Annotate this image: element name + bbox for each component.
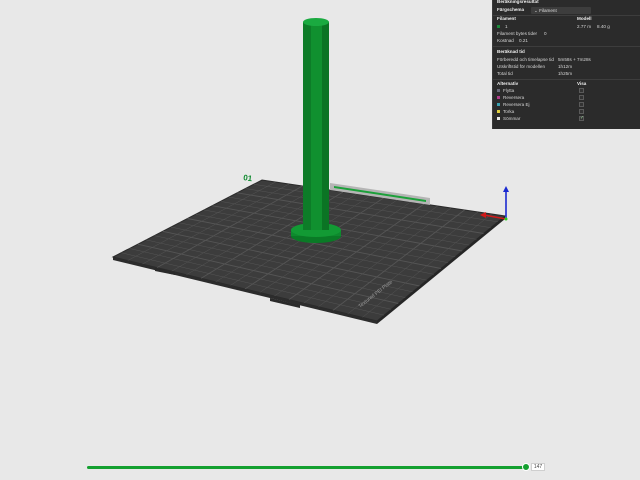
filament-length: 2.77 m (577, 24, 592, 29)
option-label-travel: Flytta (503, 88, 515, 93)
filament-changes-value: 0 (544, 31, 547, 36)
total-time-value: 1h25m (558, 71, 573, 76)
option-label-wipe: Torka (503, 109, 515, 114)
legend-panel: Beräkningsresultat Färgschema ⌄ Filament… (492, 0, 640, 129)
color-scheme-select[interactable]: ⌄ Filament (531, 7, 591, 14)
model-print-time-value: 1h12m (558, 64, 573, 69)
option-swatch-retract (497, 96, 500, 99)
panel-title: Beräkningsresultat (497, 0, 539, 4)
option-toggle-retract[interactable] (579, 95, 584, 100)
option-label-retract: Reversera (503, 95, 525, 100)
option-toggle-travel[interactable] (579, 88, 584, 93)
option-label-unretract: Reversera Ej (503, 102, 530, 107)
option-swatch-seams (497, 117, 500, 120)
color-scheme-value: Filament (539, 8, 557, 13)
prepare-time-value: 5m58s + 7m28s (558, 57, 591, 62)
color-scheme-label: Färgschema (497, 7, 525, 12)
total-time-label: Total tid (497, 71, 513, 76)
filament-changes-label: Filament bytes tider (497, 31, 538, 36)
prepare-time-label: Förberedd och timelapse tid (497, 57, 554, 62)
filament-color-swatch (497, 25, 500, 28)
option-swatch-unretract (497, 103, 500, 106)
plate-number-label: 01 (243, 173, 254, 183)
chevron-down-icon: ⌄ (534, 8, 538, 13)
layer-slider-value: 147 (531, 463, 545, 471)
option-toggle-wipe[interactable] (579, 109, 584, 114)
show-header: Visa (577, 81, 587, 86)
layer-slider-thumb[interactable] (522, 463, 530, 471)
cost-value: 0.21 (519, 38, 528, 43)
filament-index: 1 (505, 24, 508, 29)
option-toggle-unretract[interactable] (579, 102, 584, 107)
model-print-time-label: Utskriftstid för modellen (497, 64, 545, 69)
model-header: Modell (577, 16, 592, 21)
divider (493, 79, 640, 80)
layer-slider-track[interactable] (87, 466, 527, 469)
cost-label: Kostnad (497, 38, 514, 43)
option-swatch-wipe (497, 110, 500, 113)
divider (493, 46, 640, 47)
option-label-seams: Sömmar (503, 116, 521, 121)
options-header: Alternativ (497, 81, 519, 86)
filament-header: Filament (497, 16, 516, 21)
filament-weight: 8.40 g (597, 24, 610, 29)
option-toggle-seams[interactable] (579, 116, 584, 121)
time-section-header: Beräknad tid (497, 49, 525, 54)
option-swatch-travel (497, 89, 500, 92)
